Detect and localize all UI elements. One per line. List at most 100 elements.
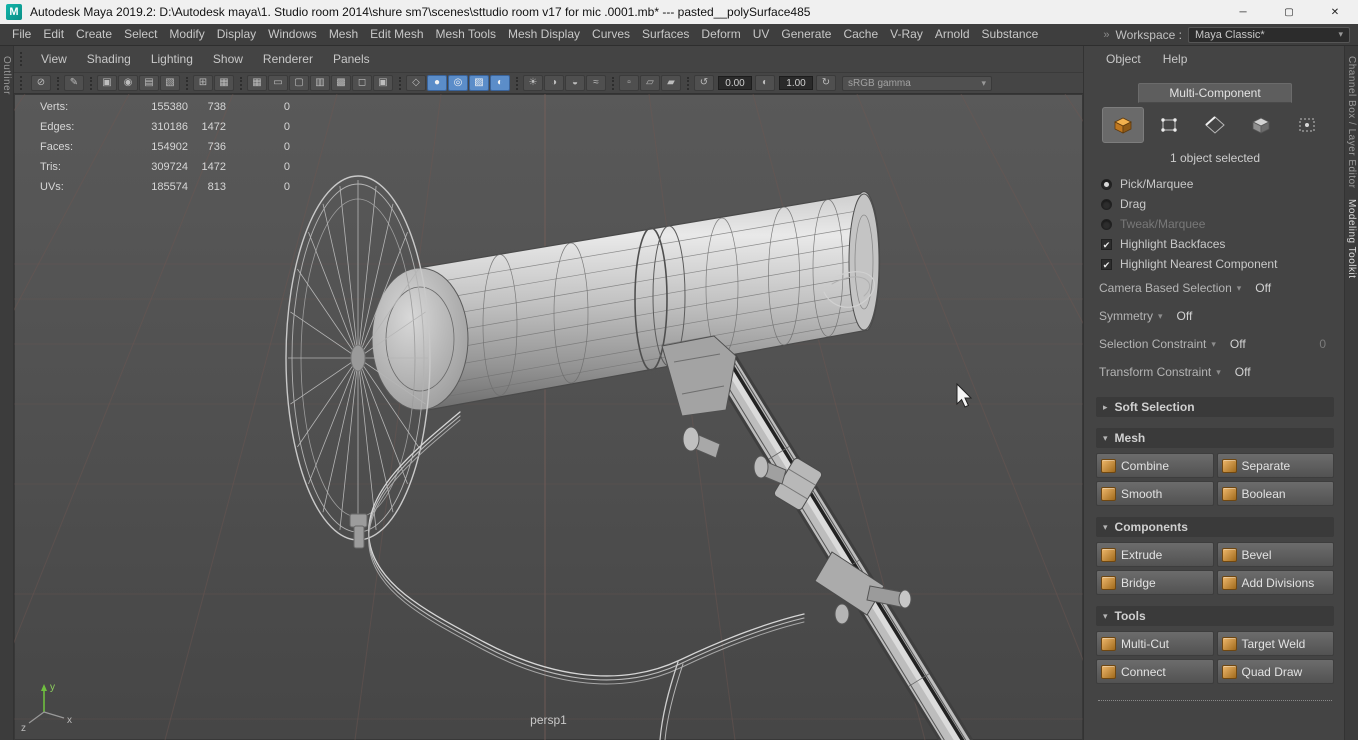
exposure-icon[interactable]: ↺: [694, 75, 714, 91]
dropdown-transform-constraint[interactable]: Transform Constraint ▾ Off: [1096, 358, 1334, 386]
lock-camera-icon[interactable]: ▣: [97, 75, 117, 91]
tab-outliner[interactable]: Outliner: [1, 56, 12, 95]
view-transform-select[interactable]: sRGB gamma ▾: [842, 75, 992, 91]
camera-attributes-icon[interactable]: ◉: [118, 75, 138, 91]
motion-blur-icon[interactable]: ≈: [586, 75, 606, 91]
edge-select-icon[interactable]: [1194, 107, 1236, 143]
section-tools[interactable]: ▾ Tools: [1096, 606, 1334, 626]
radio-drag[interactable]: Drag: [1096, 194, 1334, 214]
xray-icon[interactable]: ▱: [640, 75, 660, 91]
film-gate-icon[interactable]: ▭: [268, 75, 288, 91]
menu-edit[interactable]: Edit: [37, 24, 70, 45]
menu-substance[interactable]: Substance: [976, 24, 1045, 45]
isolate-select-icon[interactable]: ▫: [619, 75, 639, 91]
menu-file[interactable]: File: [6, 24, 37, 45]
menu-help[interactable]: Help: [1157, 49, 1194, 70]
button-connect[interactable]: Connect: [1096, 659, 1214, 684]
gamma-field[interactable]: [779, 76, 813, 90]
minimize-button[interactable]: ─: [1220, 0, 1266, 24]
maximize-button[interactable]: ▢: [1266, 0, 1312, 24]
menu-overflow-icon[interactable]: »: [1103, 29, 1109, 41]
menu-mesh-tools[interactable]: Mesh Tools: [430, 24, 502, 45]
dropdown-symmetry[interactable]: Symmetry ▾ Off: [1096, 302, 1334, 330]
exposure-field[interactable]: [718, 76, 752, 90]
uv-select-icon[interactable]: [1286, 107, 1328, 143]
drag-grip-icon[interactable]: [20, 52, 26, 66]
wireframe-on-shaded-icon[interactable]: ◎: [448, 75, 468, 91]
grid-display-icon[interactable]: ▦: [247, 75, 267, 91]
safe-action-icon[interactable]: ◻: [352, 75, 372, 91]
grease-pencil-icon[interactable]: ✎: [64, 75, 84, 91]
panel-menu-panels[interactable]: Panels: [323, 49, 380, 70]
dropdown-camera-based-selection[interactable]: Camera Based Selection ▾ Off: [1096, 274, 1334, 302]
panel-menu-show[interactable]: Show: [203, 49, 253, 70]
dropdown-selection-constraint[interactable]: Selection Constraint ▾ Off 0: [1096, 330, 1334, 358]
button-bevel[interactable]: Bevel: [1216, 542, 1334, 567]
object-select-icon[interactable]: [1102, 107, 1144, 143]
panel-menu-view[interactable]: View: [31, 49, 77, 70]
menu-curves[interactable]: Curves: [586, 24, 636, 45]
textured-icon[interactable]: ▨: [469, 75, 489, 91]
menu-deform[interactable]: Deform: [695, 24, 746, 45]
menu-windows[interactable]: Windows: [262, 24, 323, 45]
menu-uv[interactable]: UV: [747, 24, 776, 45]
radio-tweak-marquee[interactable]: Tweak/Marquee: [1096, 214, 1334, 234]
menu-mesh[interactable]: Mesh: [323, 24, 364, 45]
button-quad-draw[interactable]: Quad Draw: [1216, 659, 1334, 684]
button-separate[interactable]: Separate: [1216, 453, 1334, 478]
drag-grip-icon[interactable]: [20, 76, 26, 90]
tab-modeling-toolkit[interactable]: Modeling Toolkit: [1346, 199, 1357, 279]
checkbox-highlight-nearest-component[interactable]: ✔ Highlight Nearest Component: [1096, 254, 1334, 274]
button-extrude[interactable]: Extrude: [1096, 542, 1214, 567]
smooth-shade-icon[interactable]: ●: [427, 75, 447, 91]
radio-pick-marquee[interactable]: Pick/Marquee: [1096, 174, 1334, 194]
multi-component-tab[interactable]: Multi-Component: [1138, 83, 1292, 103]
oversampling-icon[interactable]: ▦: [214, 75, 234, 91]
menu-mesh-display[interactable]: Mesh Display: [502, 24, 586, 45]
vertex-select-icon[interactable]: [1148, 107, 1190, 143]
panel-menu-shading[interactable]: Shading: [77, 49, 141, 70]
joints-xray-icon[interactable]: ▰: [661, 75, 681, 91]
section-mesh[interactable]: ▾ Mesh: [1096, 428, 1334, 448]
button-combine[interactable]: Combine: [1096, 453, 1214, 478]
image-plane-icon[interactable]: ▧: [160, 75, 180, 91]
viewport[interactable]: y x z Verts: 155380 738 0 Edges: 310186 1472 0 F…: [14, 94, 1083, 740]
bookmarks-icon[interactable]: ▤: [139, 75, 159, 91]
button-bridge[interactable]: Bridge: [1096, 570, 1214, 595]
menu-surfaces[interactable]: Surfaces: [636, 24, 695, 45]
face-select-icon[interactable]: [1240, 107, 1282, 143]
field-chart-icon[interactable]: ▩: [331, 75, 351, 91]
menu-cache[interactable]: Cache: [837, 24, 884, 45]
button-boolean[interactable]: Boolean: [1216, 481, 1334, 506]
menu-modify[interactable]: Modify: [163, 24, 210, 45]
menu-arnold[interactable]: Arnold: [929, 24, 976, 45]
menu-display[interactable]: Display: [211, 24, 262, 45]
panel-resize-handle[interactable]: [1098, 700, 1332, 701]
2d-pan-zoom-icon[interactable]: ⊞: [193, 75, 213, 91]
button-multi-cut[interactable]: Multi-Cut: [1096, 631, 1214, 656]
gate-mask-icon[interactable]: ▥: [310, 75, 330, 91]
button-target-weld[interactable]: Target Weld: [1216, 631, 1334, 656]
tab-channel-box-layer-editor[interactable]: Channel Box / Layer Editor: [1346, 56, 1357, 189]
menu-select[interactable]: Select: [118, 24, 163, 45]
close-button[interactable]: ✕: [1312, 0, 1358, 24]
safe-title-icon[interactable]: ▣: [373, 75, 393, 91]
wireframe-icon[interactable]: ◇: [406, 75, 426, 91]
all-lights-icon[interactable]: ☀: [523, 75, 543, 91]
menu-create[interactable]: Create: [70, 24, 118, 45]
contrast-icon[interactable]: ◐: [755, 75, 775, 91]
section-components[interactable]: ▾ Components: [1096, 517, 1334, 537]
button-smooth[interactable]: Smooth: [1096, 481, 1214, 506]
panel-menu-renderer[interactable]: Renderer: [253, 49, 323, 70]
section-soft-selection[interactable]: ▸ Soft Selection: [1096, 397, 1334, 417]
menu-v-ray[interactable]: V-Ray: [884, 24, 929, 45]
resolution-gate-icon[interactable]: ▢: [289, 75, 309, 91]
menu-edit-mesh[interactable]: Edit Mesh: [364, 24, 429, 45]
button-add-divisions[interactable]: Add Divisions: [1216, 570, 1334, 595]
shadows-icon[interactable]: ◑: [544, 75, 564, 91]
use-default-material-icon[interactable]: ◐: [490, 75, 510, 91]
selection-mask-icon[interactable]: ⊘: [31, 75, 51, 91]
ambient-occlusion-icon[interactable]: ◒: [565, 75, 585, 91]
menu-generate[interactable]: Generate: [775, 24, 837, 45]
checkbox-highlight-backfaces[interactable]: ✔ Highlight Backfaces: [1096, 234, 1334, 254]
